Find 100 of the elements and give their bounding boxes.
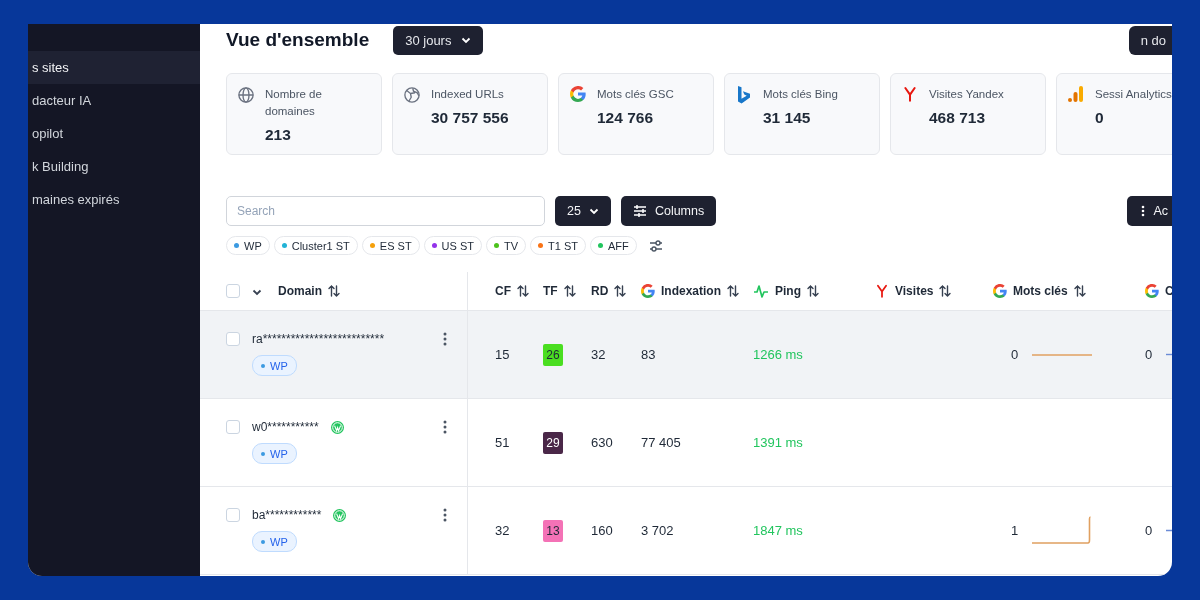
column-header[interactable]: Domain: [278, 284, 340, 298]
more-button[interactable]: [443, 508, 447, 522]
column-header[interactable]: CF: [495, 284, 529, 298]
google-icon: [1145, 284, 1159, 298]
google-icon: [993, 284, 1007, 298]
table-row[interactable]: ba************ WP 32 13 160 3 702 1847 ms 1 0: [200, 487, 1172, 575]
filter-settings-icon: [648, 239, 663, 252]
table-cell: 0: [1011, 347, 1019, 362]
tag-filter[interactable]: AFF: [590, 236, 637, 255]
stat-value: 124 766: [597, 109, 655, 127]
tag-label: WP: [270, 359, 288, 372]
sort-icon: [727, 285, 739, 297]
stat-label: Nombre de domaines: [265, 87, 323, 119]
sort-icon: [939, 285, 952, 297]
table-cell: 3 702: [641, 523, 674, 538]
column-header[interactable]: RD: [591, 284, 627, 298]
more-icon: [1141, 205, 1146, 217]
table-cell: 1847 ms: [753, 523, 803, 538]
domain-name: ba************: [252, 508, 322, 522]
header-button[interactable]: n do: [1128, 25, 1172, 55]
tag-filter[interactable]: US ST: [423, 236, 482, 255]
table-row[interactable]: ra************************** WP 15 26 32 83 1266 ms 0 0: [200, 311, 1172, 399]
table-cell: 32: [591, 347, 606, 362]
stat-label: Mots clés Bing: [763, 87, 838, 102]
tag-filter[interactable]: ES ST: [361, 236, 420, 255]
column-header[interactable]: Indexation: [641, 284, 739, 298]
row-checkbox[interactable]: [226, 508, 240, 522]
sort-icon: [328, 285, 340, 297]
sort-icon: [517, 285, 529, 297]
sort-icon: [807, 285, 819, 297]
table-cell: 630: [591, 435, 613, 450]
page-title: Vue d'ensemble: [226, 29, 370, 51]
tf-badge: 29: [543, 431, 563, 454]
table-cell: 0: [1145, 347, 1153, 362]
table-cell: 15: [495, 347, 510, 362]
stat-label: Indexed URLs: [431, 87, 505, 102]
search-field[interactable]: Search: [226, 196, 545, 226]
chevron-down-icon: [588, 207, 599, 215]
more-button[interactable]: [443, 332, 447, 346]
tag-filter[interactable]: Cluster1 ST: [273, 236, 358, 255]
table-row[interactable]: w0*********** WP 51 29 630 77 405 1391 ms: [200, 399, 1172, 487]
column-header[interactable]: Mots clés: [993, 284, 1086, 298]
column-header[interactable]: Visites: [875, 284, 952, 298]
pulse-icon: [753, 284, 769, 298]
sort-icon: [614, 285, 627, 297]
domain-name: w0***********: [252, 420, 319, 434]
tf-badge: 13: [543, 519, 563, 542]
table-cell: 1391 ms: [753, 435, 803, 450]
page-size-select[interactable]: 25: [555, 196, 611, 226]
table-cell: 77 405: [641, 435, 681, 450]
table-cell: 1266 ms: [753, 347, 803, 362]
tag-label: WP: [270, 447, 288, 460]
table-cell: 83: [641, 347, 656, 362]
table-cell: 160: [591, 523, 613, 538]
sort-icon: [563, 285, 576, 297]
chevron-down-icon: [461, 36, 472, 44]
sidebar-item[interactable]: opilot: [28, 117, 200, 150]
columns-button[interactable]: Columns: [620, 196, 717, 226]
tag-filter[interactable]: TV: [486, 236, 527, 255]
google-icon: [570, 86, 586, 102]
sidebar-item[interactable]: maines expirés: [28, 183, 200, 216]
column-header[interactable]: TF: [543, 284, 576, 298]
column-header[interactable]: Ping: [753, 284, 819, 298]
stat-value: 31 145: [763, 109, 812, 127]
yandex-logo-icon: [875, 284, 889, 298]
actions-button[interactable]: Ac: [1127, 196, 1172, 226]
sidebar-item[interactable]: s sites: [28, 51, 200, 84]
sort-icon: [1073, 285, 1086, 297]
sparkline: [1032, 352, 1093, 357]
sidebar-item[interactable]: dacteur IA: [28, 84, 200, 117]
globe-icon: [403, 86, 421, 104]
table-cell: 0: [1145, 523, 1153, 538]
table-cell: 51: [495, 435, 510, 450]
more-button[interactable]: [443, 420, 447, 434]
sidebar-item[interactable]: k Building: [28, 150, 200, 183]
stat-value: 468 713: [929, 109, 987, 127]
sparkline: [1032, 515, 1093, 546]
domain-name: ra**************************: [252, 332, 385, 346]
bar-chart-icon: [1068, 86, 1084, 102]
globe-icon: [237, 86, 255, 104]
yandex-logo-icon: [902, 86, 918, 102]
stat-label: Visites Yandex: [929, 87, 1004, 102]
period-dropdown[interactable]: 30 jours: [393, 25, 484, 55]
tf-badge: 26: [543, 343, 563, 366]
stat-value: 30 757 556: [431, 109, 509, 127]
table-cell: 1: [1011, 523, 1019, 538]
table-cell: 32: [495, 523, 510, 538]
row-checkbox[interactable]: [226, 332, 240, 346]
stat-label: Mots clés GSC: [597, 87, 674, 102]
sliders-icon: [632, 204, 647, 218]
row-checkbox[interactable]: [226, 420, 240, 434]
tag-filter[interactable]: T1 ST: [530, 236, 587, 255]
select-all-checkbox[interactable]: [226, 284, 240, 298]
bing-logo-icon: [737, 86, 751, 104]
stat-value: 0: [1095, 109, 1105, 127]
google-icon: [641, 284, 655, 298]
tag-filter[interactable]: WP: [226, 236, 270, 255]
tag-label: WP: [270, 535, 288, 548]
stat-value: 213: [265, 126, 292, 144]
stat-label: Sessi Analytics: [1095, 87, 1172, 102]
